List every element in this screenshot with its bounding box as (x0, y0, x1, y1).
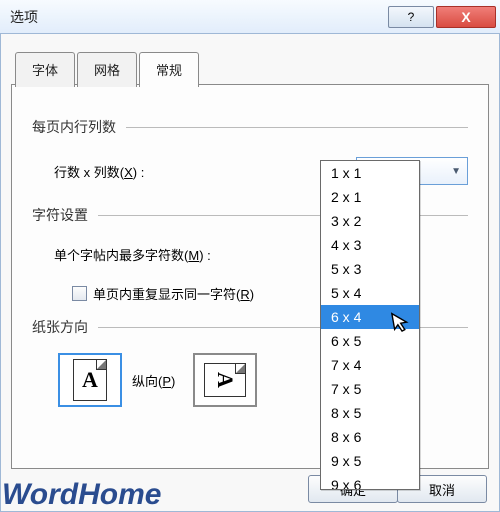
help-button[interactable]: ? (388, 6, 434, 28)
group-title: 纸张方向 (32, 317, 88, 337)
divider (126, 127, 468, 128)
rows-cols-label: 行数 x 列数(X) : (54, 162, 356, 181)
portrait-thumb: A (58, 353, 122, 407)
group-rows-cols: 每页内行列数 (32, 117, 468, 137)
group-title: 字符设置 (32, 205, 88, 225)
dropdown-option[interactable]: 9 x 6 (321, 473, 419, 490)
tab-label: 常规 (156, 63, 182, 78)
dropdown-option[interactable]: 9 x 5 (321, 449, 419, 473)
dropdown-option[interactable]: 5 x 4 (321, 281, 419, 305)
chevron-down-icon: ▼ (451, 166, 461, 177)
repeat-checkbox[interactable] (72, 286, 87, 301)
repeat-label: 单页内重复显示同一字符(R) (93, 284, 254, 303)
dropdown-option[interactable]: 3 x 2 (321, 209, 419, 233)
orientation-portrait[interactable]: A 纵向(P) (58, 353, 175, 407)
client-area: 字体 网格 常规 每页内行列数 行数 x 列数(X) : 6 x 4 ▼ 字符设… (0, 34, 500, 512)
window-title: 选项 (10, 7, 386, 27)
tab-general[interactable]: 常规 (139, 52, 199, 87)
landscape-thumb: A (193, 353, 257, 407)
portrait-label: 纵向(P) (132, 371, 175, 390)
tab-strip: 字体 网格 常规 (15, 52, 201, 87)
tab-font[interactable]: 字体 (15, 52, 75, 87)
dropdown-option[interactable]: 1 x 1 (321, 161, 419, 185)
dropdown-option[interactable]: 7 x 5 (321, 377, 419, 401)
dropdown-option[interactable]: 2 x 1 (321, 185, 419, 209)
dropdown-option[interactable]: 8 x 6 (321, 425, 419, 449)
titlebar: 选项 ? X (0, 0, 500, 34)
dropdown-option[interactable]: 4 x 3 (321, 233, 419, 257)
tab-grid[interactable]: 网格 (77, 52, 137, 87)
group-title: 每页内行列数 (32, 117, 116, 137)
dropdown-option[interactable]: 7 x 4 (321, 353, 419, 377)
orientation-landscape[interactable]: A (193, 353, 257, 407)
watermark: WordHome (2, 478, 161, 512)
tab-label: 网格 (94, 63, 120, 78)
close-button[interactable]: X (436, 6, 496, 28)
dropdown-option[interactable]: 8 x 5 (321, 401, 419, 425)
dropdown-option[interactable]: 5 x 3 (321, 257, 419, 281)
tab-label: 字体 (32, 63, 58, 78)
